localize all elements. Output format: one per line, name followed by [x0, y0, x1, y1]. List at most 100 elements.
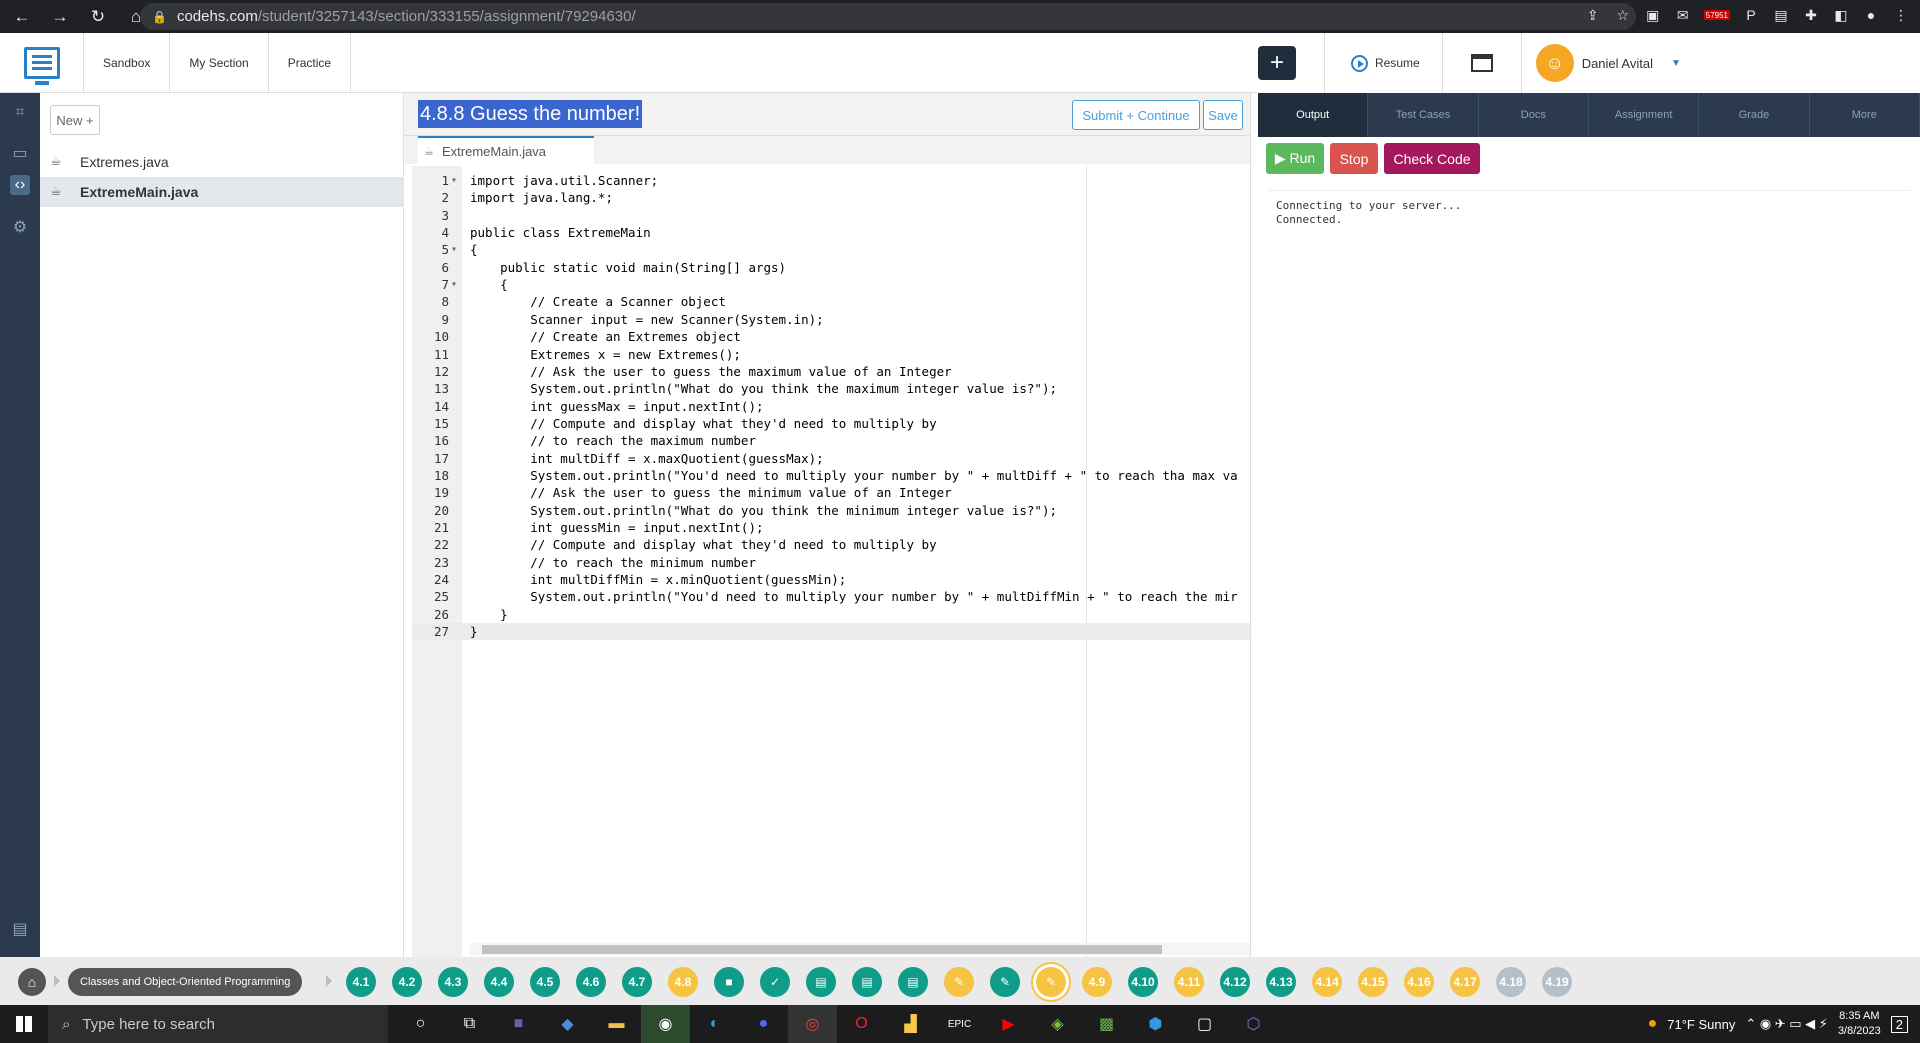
code-line[interactable]: 3	[412, 207, 1250, 224]
layout-icon[interactable]: ▤	[10, 919, 30, 939]
address-bar[interactable]: 🔒 codehs.com/student/3257143/section/333…	[140, 3, 1636, 30]
home-icon[interactable]: ⌂	[18, 968, 46, 996]
scrollbar-thumb[interactable]	[482, 945, 1162, 954]
module-lesson[interactable]: 4.12	[1220, 967, 1250, 997]
clock[interactable]: 8:35 AM 3/8/2023	[1838, 1009, 1881, 1039]
menu-icon[interactable]: ⋮	[1892, 5, 1910, 25]
code-line[interactable]: 10 // Create an Extremes object	[412, 328, 1250, 345]
module-lesson[interactable]: 4.10	[1128, 967, 1158, 997]
app-icon[interactable]: ▢	[1180, 1005, 1229, 1043]
code-line[interactable]: 7 ▾ {	[412, 276, 1250, 293]
panel-resizer[interactable]	[1250, 93, 1258, 957]
resume-button[interactable]: Resume	[1324, 33, 1442, 93]
cortana-icon[interactable]: ○	[396, 1005, 445, 1043]
code-line[interactable]: 12 // Ask the user to guess the maximum …	[412, 363, 1250, 380]
check-code-button[interactable]: Check Code	[1384, 143, 1480, 174]
weather-text[interactable]: 71°F Sunny	[1667, 1017, 1735, 1032]
windows-start-button[interactable]	[0, 1005, 48, 1043]
code-line[interactable]: 22 // Compute and display what they'd ne…	[412, 536, 1250, 553]
code-line[interactable]: 8 // Create a Scanner object	[412, 293, 1250, 310]
map-icon[interactable]: ⌗	[10, 103, 30, 123]
module-activity-doc-icon[interactable]: ▤	[852, 967, 882, 997]
app-icon[interactable]: ⬡	[1229, 1005, 1278, 1043]
code-icon[interactable]: ‹›	[10, 175, 30, 195]
tab-extrememain[interactable]: ☕ ExtremeMain.java	[418, 136, 594, 164]
profile-icon[interactable]: ●	[1862, 5, 1880, 25]
module-activity-pencil-icon[interactable]: ✎	[990, 967, 1020, 997]
file-item-extremes[interactable]: ☕ Extremes.java	[40, 147, 404, 177]
extension-icon[interactable]: ▤	[1772, 5, 1790, 25]
fold-arrow-icon[interactable]: ▾	[451, 241, 457, 258]
fold-arrow-icon[interactable]: ▾	[451, 276, 457, 293]
briefcase-icon[interactable]: ▭	[10, 143, 30, 163]
tab-grade[interactable]: Grade	[1699, 93, 1810, 137]
module-lesson[interactable]: 4.16	[1404, 967, 1434, 997]
new-file-button[interactable]: New +	[50, 105, 100, 135]
module-activity-pencil-icon[interactable]: ✎	[944, 967, 974, 997]
code-line[interactable]: 4 public class ExtremeMain	[412, 224, 1250, 241]
code-line[interactable]: 24 int multDiffMin = x.minQuotient(guess…	[412, 571, 1250, 588]
reload-icon[interactable]: ↻	[86, 7, 110, 27]
run-button[interactable]: ▶ Run	[1266, 143, 1324, 174]
module-lesson[interactable]: 4.18	[1496, 967, 1526, 997]
code-line[interactable]: 21 int guessMin = input.nextInt();	[412, 519, 1250, 536]
code-line[interactable]: 27}	[412, 623, 1250, 641]
code-line[interactable]: 6 public static void main(String[] args)	[412, 259, 1250, 276]
code-line[interactable]: 9 Scanner input = new Scanner(System.in)…	[412, 311, 1250, 328]
module-lesson[interactable]: 4.5	[530, 967, 560, 997]
tab-more[interactable]: More	[1810, 93, 1920, 137]
code-line[interactable]: 11 Extremes x = new Extremes();	[412, 346, 1250, 363]
mail-extension-icon[interactable]: ✉	[1674, 5, 1692, 25]
submit-continue-button[interactable]: Submit + Continue	[1072, 100, 1200, 130]
code-line[interactable]: 15 // Compute and display what they'd ne…	[412, 415, 1250, 432]
create-button[interactable]: +	[1258, 46, 1296, 80]
minecraft-icon[interactable]: ▩	[1082, 1005, 1131, 1043]
sidebar-icon[interactable]: ◧	[1832, 5, 1850, 25]
fold-arrow-icon[interactable]: ▾	[451, 172, 457, 189]
nav-practice[interactable]: Practice	[269, 32, 352, 93]
tab-output[interactable]: Output	[1258, 93, 1369, 137]
module-lesson[interactable]: 4.17	[1450, 967, 1480, 997]
code-line[interactable]: 20 System.out.println("What do you think…	[412, 502, 1250, 519]
module-lesson[interactable]: 4.3	[438, 967, 468, 997]
forward-icon[interactable]: →	[48, 7, 72, 27]
code-line[interactable]: 2 import java.lang.*;	[412, 189, 1250, 206]
user-menu[interactable]: ☺ Daniel Avital ▼	[1522, 44, 1699, 82]
code-line[interactable]: 19 // Ask the user to guess the minimum …	[412, 484, 1250, 501]
tab-assignment[interactable]: Assignment	[1589, 93, 1700, 137]
app-icon[interactable]: ▟	[886, 1005, 935, 1043]
module-activity-pencil-icon[interactable]: ✎	[1036, 967, 1066, 997]
module-lesson[interactable]: 4.14	[1312, 967, 1342, 997]
bookmark-star-icon[interactable]: ☆	[1614, 5, 1632, 25]
module-lesson[interactable]: 4.19	[1542, 967, 1572, 997]
back-icon[interactable]: ←	[10, 7, 34, 27]
task-view-icon[interactable]: ⧉	[445, 1005, 494, 1043]
code-line[interactable]: 26 }	[412, 606, 1250, 623]
module-activity-video-icon[interactable]: ■	[714, 967, 744, 997]
module-lesson[interactable]: 4.2	[392, 967, 422, 997]
chrome-icon[interactable]: ◎	[788, 1005, 837, 1043]
code-line[interactable]: 23 // to reach the minimum number	[412, 554, 1250, 571]
module-breadcrumb[interactable]: Classes and Object-Oriented Programming	[68, 968, 303, 996]
app-icon[interactable]: ◆	[543, 1005, 592, 1043]
save-button[interactable]: Save	[1203, 100, 1243, 130]
tray-icons[interactable]: ⌃ ◉ ✈ ▭ ◀ ⚡	[1745, 1016, 1828, 1032]
steam-icon[interactable]: ◉	[641, 1005, 690, 1043]
nav-sandbox[interactable]: Sandbox	[84, 32, 171, 93]
code-line[interactable]: 16 // to reach the maximum number	[412, 432, 1250, 449]
epic-games-icon[interactable]: EPIC	[935, 1005, 984, 1043]
share-icon[interactable]: ⇪	[1584, 5, 1602, 25]
puzzle-icon[interactable]: ✚	[1802, 5, 1820, 25]
teams-icon[interactable]: ■	[494, 1005, 543, 1043]
code-line[interactable]: 25 System.out.println("You'd need to mul…	[412, 588, 1250, 605]
window-layout-button[interactable]	[1441, 33, 1522, 93]
module-lesson[interactable]: 4.13	[1266, 967, 1296, 997]
stop-button[interactable]: Stop	[1330, 143, 1378, 174]
horizontal-scrollbar[interactable]	[470, 943, 1250, 955]
youtube-icon[interactable]: ▶	[984, 1005, 1033, 1043]
nav-my-section[interactable]: My Section	[170, 32, 269, 93]
taskbar-search[interactable]: ⌕ Type here to search	[48, 1005, 388, 1043]
module-lesson[interactable]: 4.1	[346, 967, 376, 997]
tab-test-cases[interactable]: Test Cases	[1368, 93, 1479, 137]
app-icon[interactable]: ⬢	[1131, 1005, 1180, 1043]
